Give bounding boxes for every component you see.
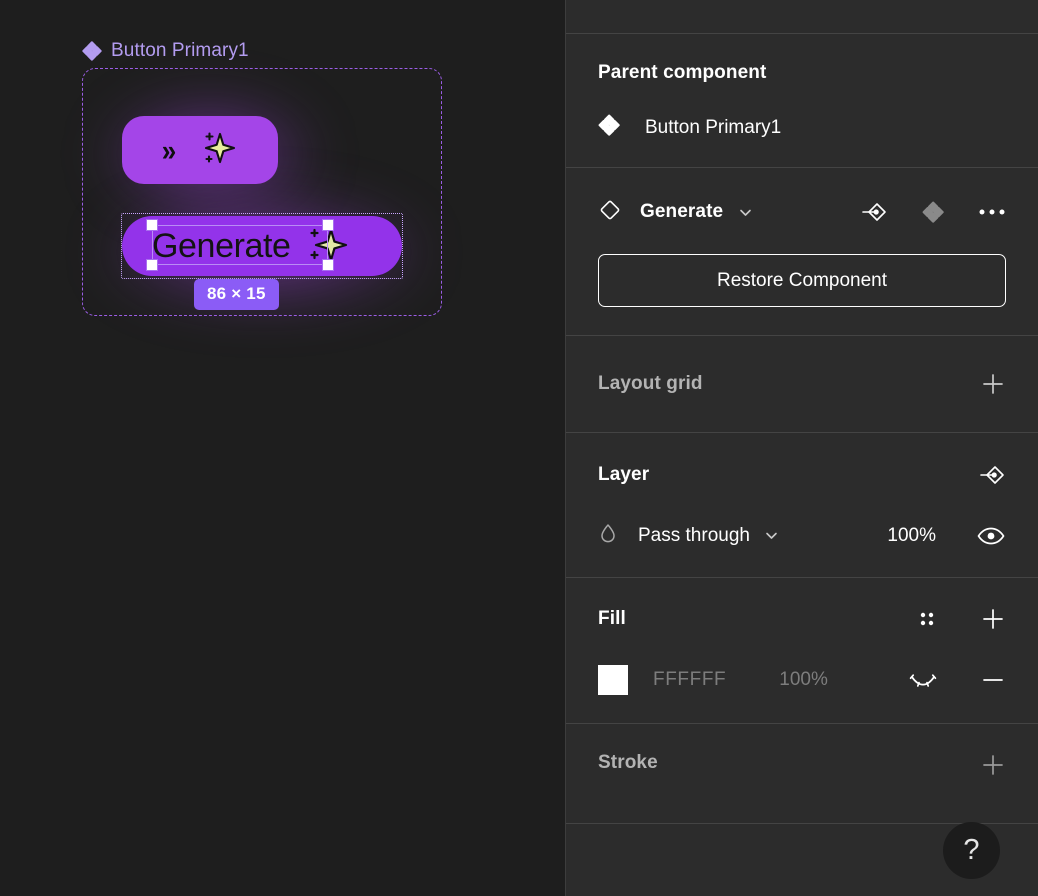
parent-component-name: Button Primary1: [645, 116, 782, 138]
plus-icon[interactable]: [980, 606, 1006, 632]
eye-closed-icon[interactable]: [908, 671, 938, 689]
fill-hex-value[interactable]: FFFFFF: [653, 669, 726, 691]
instance-name[interactable]: Generate: [640, 201, 723, 223]
figma-editor-window: Button Primary1 » Generate 86 × 15 Paren…: [0, 0, 1038, 896]
swap-instance-icon[interactable]: [860, 198, 888, 226]
section-layout-grid: Layout grid: [566, 336, 1038, 433]
layer-header: Layer: [598, 461, 1006, 489]
size-badge: 86 × 15: [194, 279, 279, 310]
component-diamond-icon[interactable]: [922, 201, 944, 223]
double-chevron-right-icon: »: [161, 132, 177, 168]
fill-opacity-value[interactable]: 100%: [779, 669, 828, 691]
blend-mode-droplet-icon[interactable]: [598, 522, 618, 549]
layout-grid-title: Layout grid: [598, 373, 703, 394]
panel-top-strip: [566, 0, 1038, 34]
diamond-outline-icon: [598, 198, 622, 227]
style-grid-icon[interactable]: [916, 608, 938, 630]
minus-icon[interactable]: [980, 667, 1006, 693]
fill-color-swatch[interactable]: [598, 665, 628, 695]
generate-row: Generate: [598, 190, 1006, 234]
parent-component-row[interactable]: Button Primary1: [598, 114, 1006, 141]
chevron-down-icon[interactable]: [737, 204, 754, 221]
fill-title: Fill: [598, 608, 626, 629]
section-stroke: Stroke: [566, 724, 1038, 824]
section-layer: Layer Pass through 100%: [566, 433, 1038, 578]
section-generate-instance: Generate Restore Component: [566, 168, 1038, 336]
layer-opacity-value[interactable]: 100%: [887, 525, 936, 547]
design-canvas[interactable]: Button Primary1 » Generate 86 × 15: [0, 0, 565, 896]
resize-handle-bottom-right[interactable]: [322, 259, 334, 271]
sparkle-icon: [194, 126, 238, 175]
button-primary-instance-top[interactable]: »: [122, 116, 278, 184]
frame-label[interactable]: Button Primary1: [82, 40, 249, 62]
text-selection-rect: [152, 225, 328, 265]
component-diamond-icon: [82, 41, 102, 61]
restore-component-button[interactable]: Restore Component: [598, 254, 1006, 307]
stroke-title: Stroke: [598, 752, 658, 773]
parent-component-title: Parent component: [598, 62, 767, 83]
fill-header: Fill: [598, 606, 1006, 632]
layer-blend-row: Pass through 100%: [598, 522, 1006, 549]
chevron-down-icon[interactable]: [763, 527, 780, 544]
section-parent-component: Parent component Button Primary1: [566, 34, 1038, 168]
more-horizontal-icon[interactable]: [978, 207, 1006, 217]
properties-panel: Parent component Button Primary1 Generat…: [565, 0, 1038, 896]
section-fill: Fill FFFFFF 100%: [566, 578, 1038, 724]
plus-icon[interactable]: [980, 752, 1006, 778]
resize-handle-top-left[interactable]: [146, 219, 158, 231]
fill-row: FFFFFF 100%: [598, 665, 1006, 695]
plus-icon[interactable]: [980, 371, 1006, 397]
swap-instance-icon[interactable]: [978, 461, 1006, 489]
eye-icon[interactable]: [976, 526, 1006, 546]
blend-mode-value[interactable]: Pass through: [638, 525, 750, 547]
layer-title: Layer: [598, 464, 650, 485]
frame-label-text: Button Primary1: [111, 40, 249, 61]
help-button[interactable]: ?: [943, 822, 1000, 879]
resize-handle-top-right[interactable]: [322, 219, 334, 231]
resize-handle-bottom-left[interactable]: [146, 259, 158, 271]
component-diamond-icon: [598, 114, 620, 141]
